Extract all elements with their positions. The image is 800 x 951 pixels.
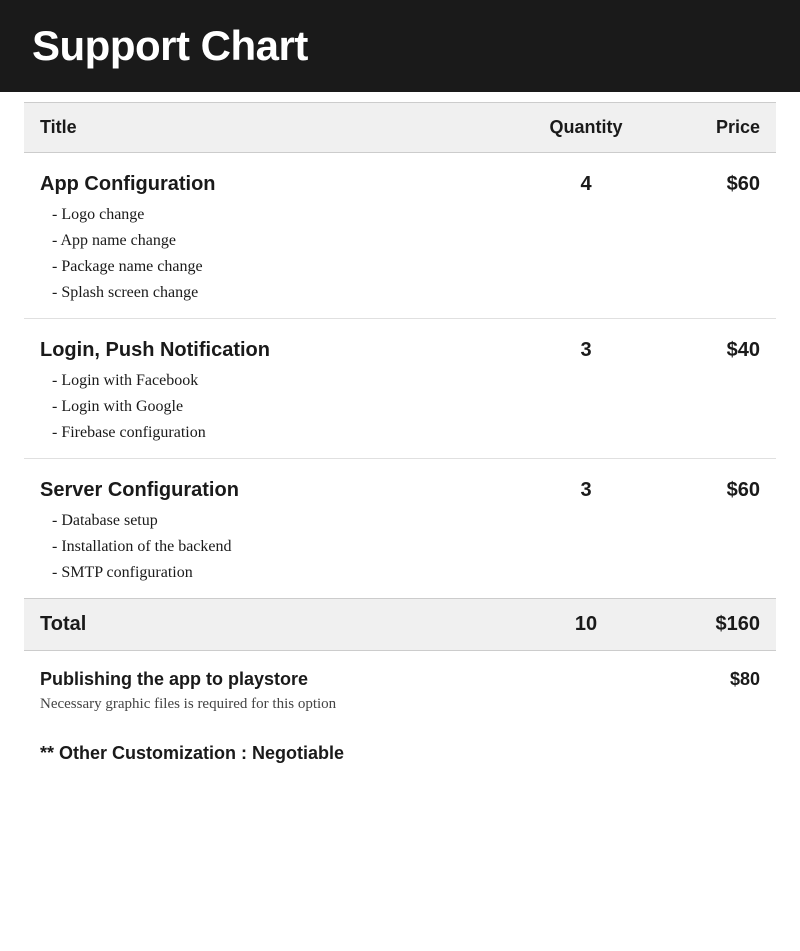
section-header-app-configuration: App Configuration 4$60 [24, 153, 776, 203]
column-header-row: Title Quantity Price [24, 103, 776, 153]
list-item-text: - Database setup [24, 508, 776, 534]
col-header-quantity: Quantity [516, 103, 656, 153]
list-item: - Login with Facebook [24, 368, 776, 394]
list-item-text: - SMTP configuration [24, 560, 776, 599]
section-price-server-configuration: $60 [656, 459, 776, 509]
section-title-app-configuration: App Configuration [40, 173, 216, 195]
total-label: Total [40, 613, 86, 635]
total-row: Total 10$160 [24, 599, 776, 651]
col-header-title: Title [24, 103, 516, 153]
list-item-text: - Login with Facebook [24, 368, 776, 394]
publishing-price: $80 [656, 651, 776, 695]
section-header-login-push-notification: Login, Push Notification 3$40 [24, 319, 776, 369]
publishing-note-row: Necessary graphic files is required for … [24, 694, 776, 727]
list-item: - Logo change [24, 202, 776, 228]
list-item-text: - Package name change [24, 254, 776, 280]
section-title-server-configuration: Server Configuration [40, 479, 239, 501]
publishing-empty [516, 651, 656, 695]
publishing-note: Necessary graphic files is required for … [24, 694, 776, 727]
list-item: - Package name change [24, 254, 776, 280]
list-item: - Database setup [24, 508, 776, 534]
section-title-login-push-notification: Login, Push Notification [40, 339, 270, 361]
list-item: - Firebase configuration [24, 420, 776, 459]
section-quantity-server-configuration: 3 [516, 459, 656, 509]
support-chart-table: Title Quantity Price App Configuration4$… [24, 102, 776, 780]
section-quantity-app-configuration: 4 [516, 153, 656, 203]
other-customization-row: ** Other Customization : Negotiable [24, 727, 776, 780]
support-chart-table-container: Title Quantity Price App Configuration4$… [0, 102, 800, 780]
section-price-login-push-notification: $40 [656, 319, 776, 369]
section-price-app-configuration: $60 [656, 153, 776, 203]
list-item: - SMTP configuration [24, 560, 776, 599]
list-item: - Login with Google [24, 394, 776, 420]
col-header-price: Price [656, 103, 776, 153]
list-item: - Splash screen change [24, 280, 776, 319]
page-title: Support Chart [32, 22, 768, 70]
list-item-text: - Installation of the backend [24, 534, 776, 560]
list-item-text: - Login with Google [24, 394, 776, 420]
list-item-text: - Firebase configuration [24, 420, 776, 459]
page-header: Support Chart [0, 0, 800, 92]
list-item: - App name change [24, 228, 776, 254]
total-quantity: 10 [516, 599, 656, 651]
publishing-label: Publishing the app to playstore [40, 669, 308, 689]
list-item: - Installation of the backend [24, 534, 776, 560]
total-price: $160 [656, 599, 776, 651]
section-header-server-configuration: Server Configuration 3$60 [24, 459, 776, 509]
other-customization-label: ** Other Customization : Negotiable [40, 743, 344, 763]
section-quantity-login-push-notification: 3 [516, 319, 656, 369]
list-item-text: - Logo change [24, 202, 776, 228]
list-item-text: - Splash screen change [24, 280, 776, 319]
publishing-row: Publishing the app to playstore $80 [24, 651, 776, 695]
list-item-text: - App name change [24, 228, 776, 254]
